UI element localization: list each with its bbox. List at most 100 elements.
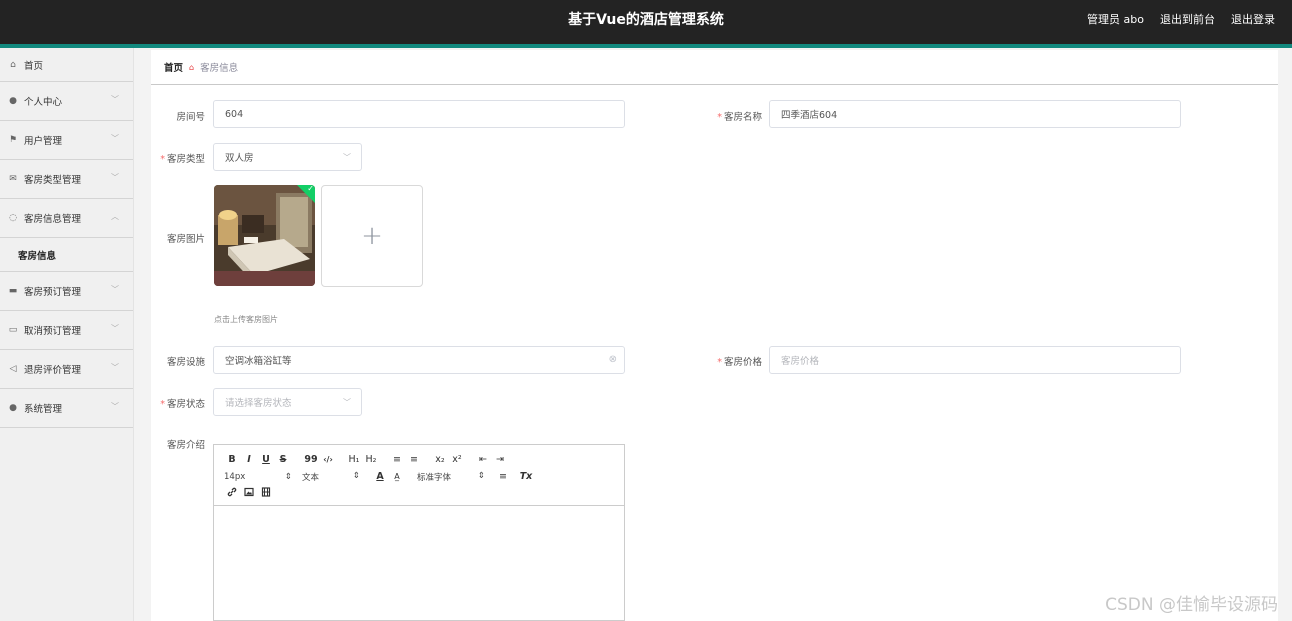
sidebar-item-room-info[interactable]: ◌ 客房信息管理 ︿ [0,199,133,238]
room-type-value: 双人房 [225,153,254,164]
price-label: * 客房价格 [717,357,762,368]
sidebar-item-label: 用户管理 [24,136,63,147]
header-style-value: 文本 [302,472,320,483]
header1-button[interactable]: H₁ [346,454,362,465]
sidebar-item-checkout-reviews[interactable]: ◁ 退房评价管理 ﹀ [0,350,133,389]
bullet-list-button[interactable]: ≡ [406,454,422,465]
sidebar-subitem-label: 客房信息 [18,250,57,262]
sidebar-item-label: 客房信息管理 [24,214,82,225]
room-type-label-text: 客房类型 [166,154,205,165]
current-user: 管理员 abo [1087,13,1144,26]
room-name-input[interactable]: 四季酒店604 [769,100,1181,128]
price-input[interactable]: 客房价格 [769,346,1181,374]
room-number-input[interactable]: 604 [213,100,625,128]
clear-format-button[interactable]: Tx [518,471,534,482]
sidebar: ⌂ 首页 ● 个人中心 ﹀ ⚑ 用户管理 ﹀ ✉ 客房类型管理 ﹀ ◌ 客房信息… [0,48,134,621]
align-button[interactable]: ≡ [495,471,511,482]
underline-button[interactable]: U [258,454,274,465]
chevron-down-icon: ﹀ [343,153,351,162]
sidebar-item-users[interactable]: ⚑ 用户管理 ﹀ [0,121,133,160]
subscript-button[interactable]: x₂ [432,454,448,465]
status-placeholder: 请选择客房状态 [225,398,292,409]
user-icon: ● [9,96,17,106]
chevron-down-icon: ﹀ [111,95,119,104]
room-name-label: * 客房名称 [717,112,762,123]
image-icon[interactable] [241,487,257,500]
italic-button[interactable]: I [241,454,257,465]
facilities-label-text: 客房设施 [166,357,205,368]
font-family-select[interactable]: 标准字体 ⇕ [417,471,485,483]
sidebar-item-bookings[interactable]: ▬ 客房预订管理 ﹀ [0,272,133,311]
updown-icon: ⇕ [284,471,292,482]
room-type-select[interactable]: 双人房 ﹀ [213,143,362,171]
sidebar-item-system[interactable]: ● 系统管理 ﹀ [0,389,133,428]
sidebar-subitem-room-info[interactable]: 客房信息 [0,238,133,272]
breadcrumb-home[interactable]: 首页 [164,60,183,74]
upload-tip: 点击上传客房图片 [214,315,278,324]
code-block-button[interactable]: ‹/› [320,455,336,464]
status-label-text: 客房状态 [166,399,205,410]
breadcrumb-current: 客房信息 [200,63,239,74]
chevron-down-icon: ﹀ [111,402,119,411]
clear-icon[interactable]: ⊗ [609,354,617,365]
updown-icon: ⇕ [477,470,485,481]
font-size-value: 14px [224,471,246,482]
room-number-value: 604 [225,108,244,120]
sidebar-item-room-types[interactable]: ✉ 客房类型管理 ﹀ [0,160,133,199]
header-style-select[interactable]: 文本 ⇕ [302,471,360,483]
mail-icon: ✉ [9,174,17,184]
price-placeholder: 客房价格 [781,356,820,367]
font-color-button[interactable]: A [372,471,388,482]
chevron-down-icon: ﹀ [111,134,119,143]
editor-toolbar: B I U S 99 ‹/› H₁ H₂ ≡ ≡ x₂ x² ⇤ ⇥ 14px ⇕ [214,445,624,506]
sidebar-item-cancellations[interactable]: ▭ 取消预订管理 ﹀ [0,311,133,350]
intro-label-text: 客房介绍 [166,440,205,451]
back-to-front-link[interactable]: 退出到前台 [1160,11,1215,27]
sidebar-item-profile[interactable]: ● 个人中心 ﹀ [0,82,133,121]
bold-button[interactable]: B [224,454,240,465]
indent-button[interactable]: ⇥ [492,454,508,465]
header2-button[interactable]: H₂ [363,454,379,465]
status-label: * 客房状态 [160,399,205,410]
ticket-icon: ▬ [8,286,18,296]
blockquote-button[interactable]: 99 [303,454,319,465]
background-color-button[interactable]: A̲ [389,472,405,481]
toolbar-row-3 [224,485,614,502]
room-number-label-text: 房间号 [176,112,205,123]
room-image-label: 客房图片 [145,231,205,245]
ordered-list-button[interactable]: ≡ [389,454,405,465]
header-accent-bar [0,44,1292,48]
home-icon: ⌂ [10,59,16,70]
check-icon: ✓ [307,185,314,193]
superscript-button[interactable]: x² [449,454,465,465]
sidebar-item-label: 首页 [24,60,44,72]
sidebar-item-label: 客房预订管理 [24,287,82,298]
strike-button[interactable]: S [275,454,291,465]
price-label-text: 客房价格 [723,357,762,368]
editor-content-area[interactable] [214,506,624,621]
chevron-down-icon: ﹀ [111,363,119,372]
room-name-value: 四季酒店604 [781,110,838,121]
chevron-up-icon: ︿ [111,212,119,221]
sidebar-item-label: 客房类型管理 [24,175,82,186]
facilities-input[interactable]: 空调冰箱浴缸等 ⊗ [213,346,625,374]
status-select[interactable]: 请选择客房状态 ﹀ [213,388,362,416]
room-image-thumbnail[interactable]: ✓ [214,185,315,286]
upload-add-button[interactable]: + [321,185,423,287]
watermark: CSDN @佳愉毕设源码 [1105,595,1278,615]
chevron-down-icon: ﹀ [111,324,119,333]
breadcrumb: 首页 ⌂ 客房信息 [151,50,1278,85]
outdent-button[interactable]: ⇤ [475,454,491,465]
font-size-select[interactable]: 14px ⇕ [224,472,292,482]
sidebar-item-label: 取消预订管理 [24,326,82,337]
house-icon: ⌂ [189,62,195,72]
sidebar-item-home[interactable]: ⌂ 首页 [0,48,133,82]
header-actions: 管理员 abo 退出到前台 退出登录 [1087,11,1275,27]
font-family-value: 标准字体 [417,472,452,483]
video-icon[interactable] [258,487,274,500]
chevron-down-icon: ﹀ [343,398,351,407]
link-icon[interactable] [224,487,240,500]
main-content: 首页 ⌂ 客房信息 房间号 604 * 客房名称 四季酒店604 * 客房类型 双人… [151,50,1278,621]
plus-icon: + [361,221,383,251]
logout-link[interactable]: 退出登录 [1231,11,1275,27]
